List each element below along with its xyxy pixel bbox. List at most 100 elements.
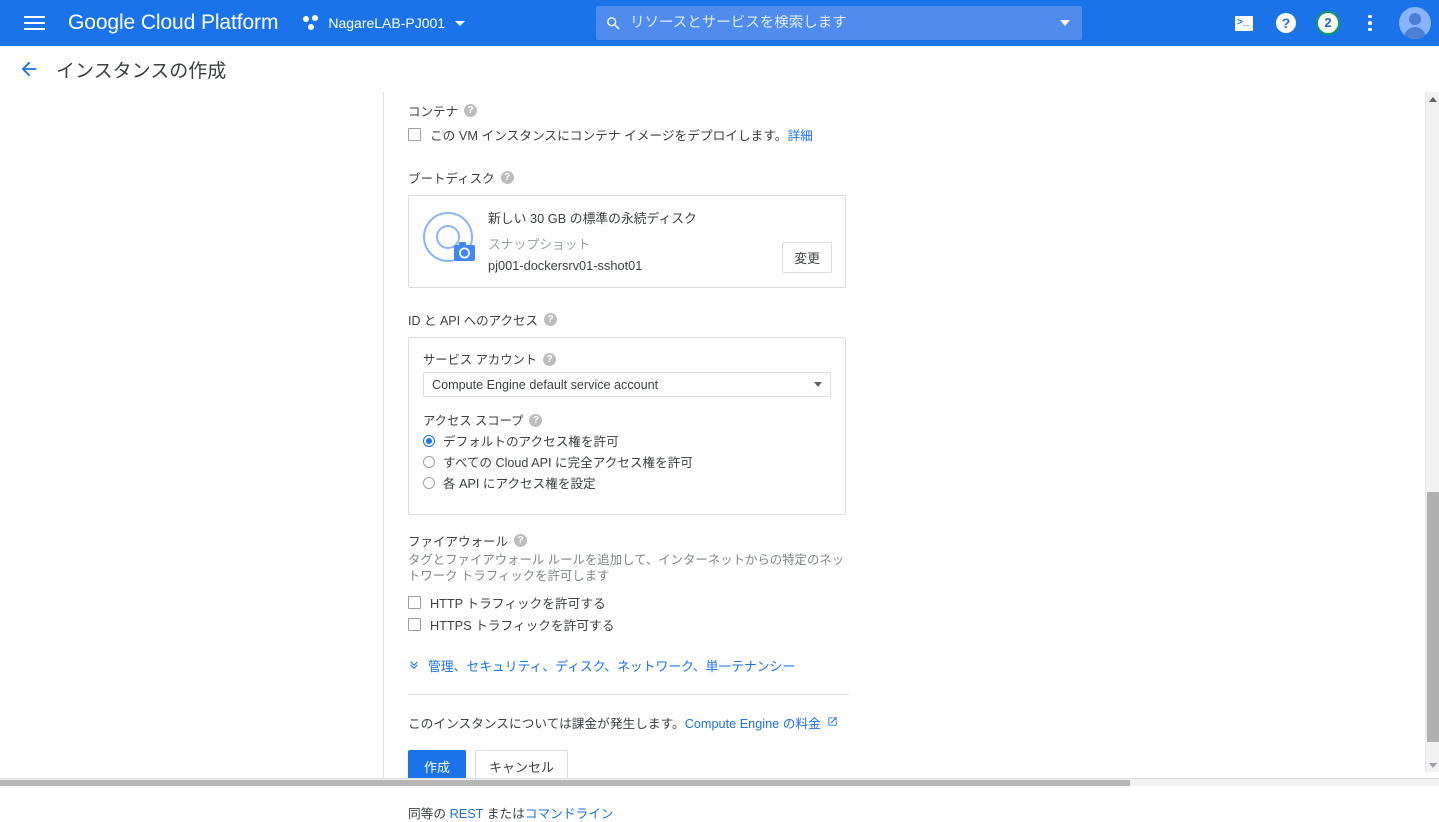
- equivalent-row: 同等の REST またはコマンドライン: [408, 803, 855, 822]
- access-scope-label: アクセス スコープ ?: [423, 411, 831, 429]
- caret-down-icon[interactable]: [1426, 758, 1439, 772]
- boot-disk-section: ブートディスク ? 新しい 30 GB の標準の永: [408, 168, 855, 288]
- firewall-label-text: ファイアウォール: [408, 531, 508, 550]
- service-account-select[interactable]: Compute Engine default service account: [423, 372, 831, 397]
- page-title: インスタンスの作成: [56, 56, 226, 83]
- content-region: コンテナ ? この VM インスタンスにコンテナ イメージをデプロイします。詳細…: [0, 92, 1425, 778]
- global-search-bar[interactable]: [596, 6, 1082, 40]
- boot-disk-details: 新しい 30 GB の標準の永続ディスク スナップショット pj001-dock…: [478, 208, 782, 273]
- allow-https-row[interactable]: HTTPS トラフィックを許可する: [408, 615, 855, 634]
- cloud-shell-icon[interactable]: >_: [1225, 4, 1263, 42]
- project-dots-icon: [302, 14, 320, 32]
- firewall-section: ファイアウォール ? タグとファイアウォール ルールを追加して、インターネットか…: [408, 531, 855, 634]
- deploy-container-row[interactable]: この VM インスタンスにコンテナ イメージをデプロイします。詳細: [408, 125, 855, 144]
- hamburger-line: [24, 16, 45, 18]
- access-scope-option-label: すべての Cloud API に完全アクセス権を許可: [443, 452, 693, 471]
- id-api-section: ID と API へのアクセス ? サービス アカウント ? Compute E…: [408, 310, 855, 515]
- project-selector[interactable]: NagareLAB-PJ001: [302, 14, 465, 32]
- equivalent-cli-link[interactable]: コマンドライン: [525, 807, 614, 821]
- notifications-badge[interactable]: 2: [1309, 4, 1347, 42]
- external-link-icon: [827, 716, 838, 730]
- billing-notice: このインスタンスについては課金が発生します。 Compute Engine の料…: [408, 713, 855, 732]
- access-scope-option-default[interactable]: デフォルトのアクセス権を許可: [423, 431, 831, 450]
- radio-button[interactable]: [423, 477, 435, 489]
- kebab-dot: [1368, 28, 1372, 32]
- help-icon[interactable]: ?: [1267, 4, 1305, 42]
- search-dropdown-caret-icon[interactable]: [1048, 6, 1082, 40]
- access-scope-option-full[interactable]: すべての Cloud API に完全アクセス権を許可: [423, 452, 831, 471]
- deploy-container-label: この VM インスタンスにコンテナ イメージをデプロイします。詳細: [430, 125, 813, 144]
- firewall-section-label: ファイアウォール ?: [408, 531, 855, 550]
- search-input[interactable]: [630, 15, 1048, 31]
- help-icon[interactable]: ?: [544, 313, 557, 326]
- chevron-down-icon: [455, 21, 465, 26]
- horizontal-scrollbar-thumb[interactable]: [0, 780, 1130, 786]
- advanced-settings-expander[interactable]: 管理、セキュリティ、ディスク、ネットワーク、単一テナンシー: [408, 656, 855, 675]
- instance-form-column: コンテナ ? この VM インスタンスにコンテナ イメージをデプロイします。詳細…: [385, 92, 1425, 778]
- boot-disk-section-label: ブートディスク ?: [408, 168, 855, 187]
- boot-disk-source-name: pj001-dockersrv01-sshot01: [488, 258, 782, 273]
- chevron-double-down-icon: [408, 659, 420, 673]
- equivalent-prefix: 同等の: [408, 807, 450, 821]
- caret-up-icon[interactable]: [1426, 92, 1439, 106]
- advanced-settings-label: 管理、セキュリティ、ディスク、ネットワーク、単一テナンシー: [428, 656, 795, 675]
- id-api-label-text: ID と API へのアクセス: [408, 310, 538, 329]
- hamburger-line: [24, 22, 45, 24]
- allow-http-row[interactable]: HTTP トラフィックを許可する: [408, 593, 855, 612]
- service-account-value: Compute Engine default service account: [432, 378, 814, 392]
- boot-disk-summary: 新しい 30 GB の標準の永続ディスク: [488, 208, 782, 227]
- access-scope-block: アクセス スコープ ? デフォルトのアクセス権を許可 すべての Cloud AP…: [423, 411, 831, 492]
- container-label-text: コンテナ: [408, 101, 458, 120]
- boot-disk-label-text: ブートディスク: [408, 168, 495, 187]
- kebab-dot: [1368, 21, 1372, 25]
- change-boot-disk-button[interactable]: 変更: [782, 242, 832, 273]
- container-detail-link[interactable]: 詳細: [787, 129, 812, 143]
- service-account-label: サービス アカウント ?: [423, 350, 831, 368]
- access-scope-option-label: デフォルトのアクセス権を許可: [443, 431, 619, 450]
- access-scope-label-text: アクセス スコープ: [423, 411, 523, 429]
- allow-http-checkbox[interactable]: [408, 596, 421, 609]
- id-api-card: サービス アカウント ? Compute Engine default serv…: [408, 337, 846, 515]
- firewall-description: タグとファイアウォール ルールを追加して、インターネットからの特定のネットワーク…: [408, 552, 848, 584]
- search-icon: [596, 6, 630, 40]
- project-dot: [308, 24, 314, 30]
- vertical-dots-icon[interactable]: [1351, 4, 1389, 42]
- access-scope-option-custom[interactable]: 各 API にアクセス権を設定: [423, 473, 831, 492]
- vertical-scrollbar[interactable]: [1425, 92, 1439, 772]
- allow-http-label: HTTP トラフィックを許可する: [430, 593, 606, 612]
- firewall-options: HTTP トラフィックを許可する HTTPS トラフィックを許可する: [408, 593, 855, 634]
- kebab-dot: [1368, 15, 1372, 19]
- container-section-label: コンテナ ?: [408, 101, 855, 120]
- id-api-section-label: ID と API へのアクセス ?: [408, 310, 855, 329]
- help-icon[interactable]: ?: [464, 104, 477, 117]
- project-dot: [303, 16, 309, 22]
- container-section: コンテナ ? この VM インスタンスにコンテナ イメージをデプロイします。詳細: [408, 101, 855, 144]
- radio-button[interactable]: [423, 456, 435, 468]
- question-mark-glyph: ?: [1276, 13, 1296, 33]
- pricing-link[interactable]: Compute Engine の料金: [685, 713, 821, 732]
- avatar[interactable]: [1399, 7, 1431, 39]
- billing-notice-text: このインスタンスについては課金が発生します。: [408, 713, 685, 732]
- help-icon[interactable]: ?: [501, 171, 514, 184]
- terminal-glyph: >_: [1235, 16, 1253, 31]
- project-dot: [312, 15, 318, 21]
- boot-disk-source-type: スナップショット: [488, 234, 782, 253]
- equivalent-middle: または: [483, 807, 525, 821]
- help-icon[interactable]: ?: [543, 353, 556, 366]
- equivalent-rest-link[interactable]: REST: [450, 807, 484, 821]
- hamburger-menu-icon[interactable]: [12, 0, 56, 46]
- arrow-left-icon[interactable]: [14, 54, 44, 84]
- horizontal-scrollbar[interactable]: [0, 778, 1439, 786]
- page-subheader: インスタンスの作成: [0, 46, 1425, 92]
- help-icon[interactable]: ?: [514, 534, 527, 547]
- chevron-down-icon: [814, 382, 822, 387]
- allow-https-checkbox[interactable]: [408, 618, 421, 631]
- kebab-group: [1368, 15, 1372, 32]
- project-name-label: NagareLAB-PJ001: [328, 15, 445, 31]
- app-header: Google Cloud Platform NagareLAB-PJ001 >_…: [0, 0, 1439, 46]
- hamburger-line: [24, 28, 45, 30]
- radio-button-selected[interactable]: [423, 435, 435, 447]
- help-icon[interactable]: ?: [529, 414, 542, 427]
- deploy-container-checkbox[interactable]: [408, 128, 421, 141]
- vertical-scrollbar-thumb[interactable]: [1427, 492, 1439, 742]
